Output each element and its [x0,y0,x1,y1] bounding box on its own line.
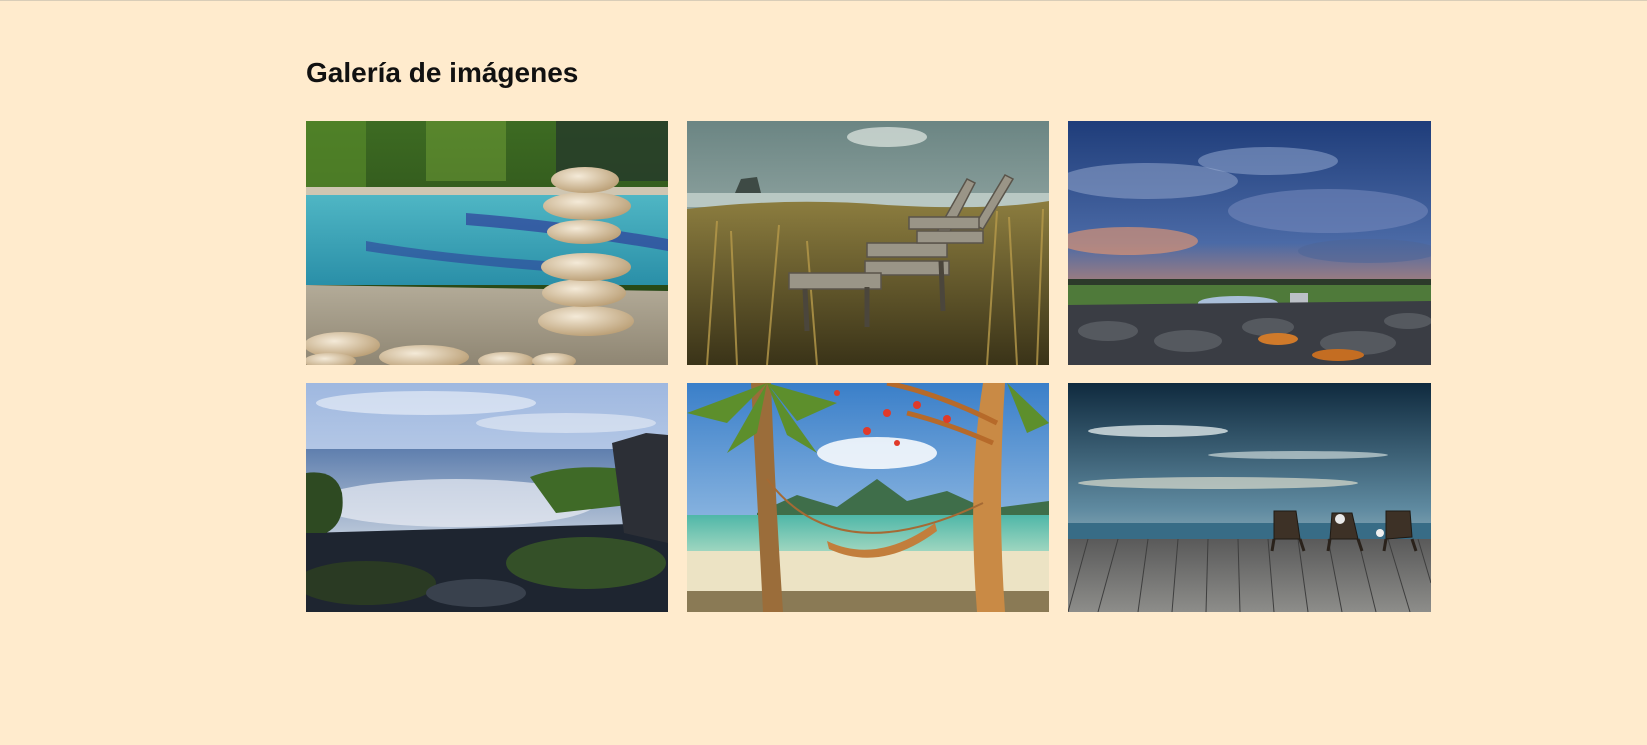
gallery-image-sunset[interactable] [1068,121,1431,365]
gallery-image-bench[interactable] [687,121,1049,365]
gallery-image-pier[interactable] [1068,383,1431,612]
page-title: Galería de imágenes [306,57,579,88]
gallery-image-hammock[interactable] [687,383,1049,612]
gallery-image-misty-sea[interactable] [306,383,668,612]
top-border [0,0,1647,1]
gallery-image-stones[interactable] [306,121,668,365]
